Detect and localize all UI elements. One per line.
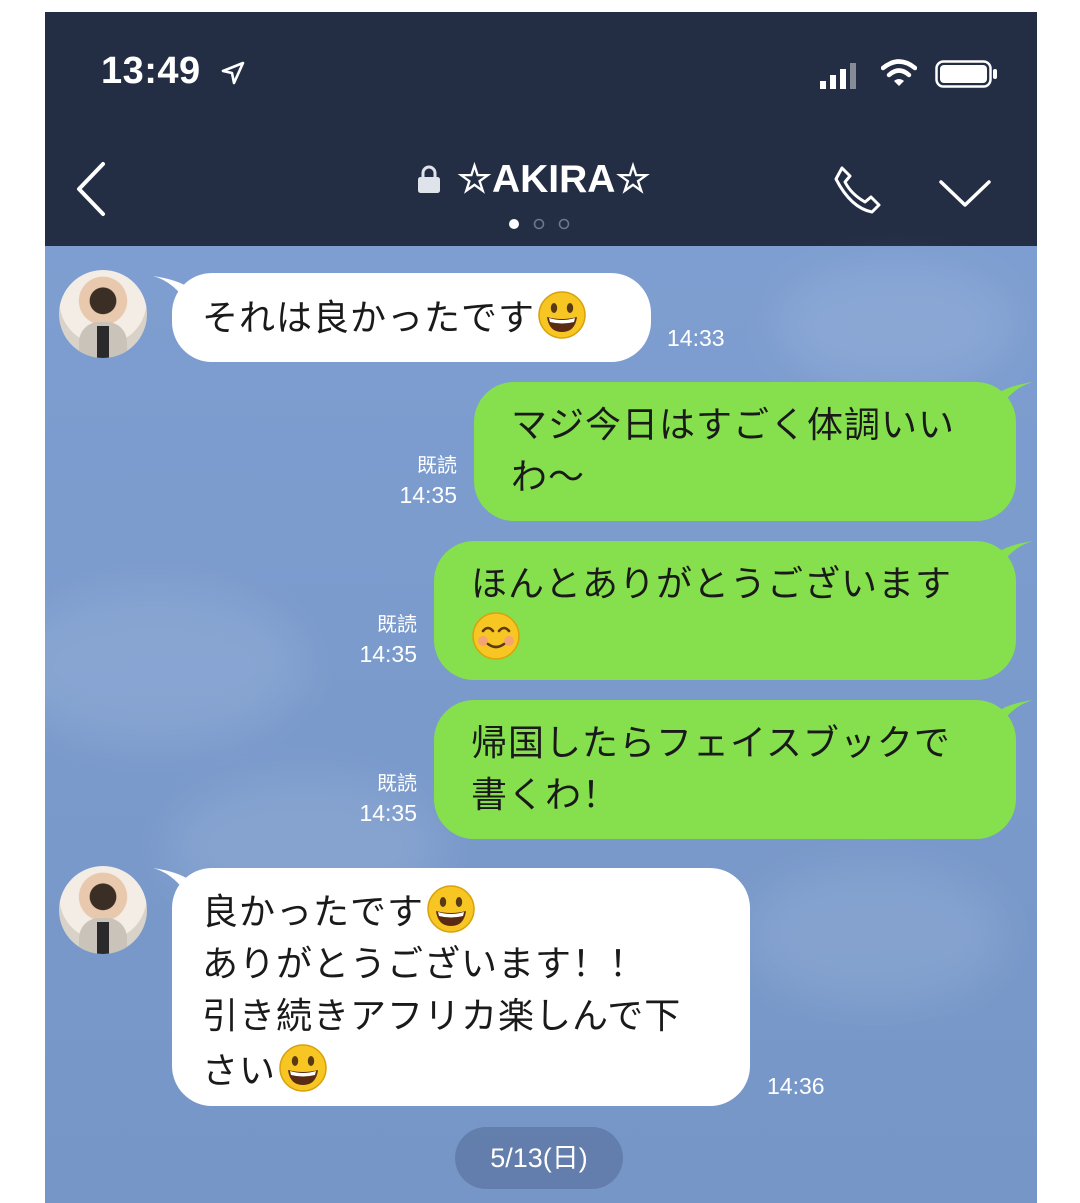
message-time: 14:33 bbox=[667, 325, 725, 351]
message-meta: 14:36 bbox=[767, 1072, 837, 1101]
message-text-line: わ〜 bbox=[511, 457, 586, 498]
message-bubble-outgoing[interactable]: 帰国したらフェイスブックで 書くわ！ bbox=[434, 700, 1016, 839]
message-text-line: 良かったです bbox=[202, 892, 425, 933]
avatar[interactable] bbox=[59, 866, 147, 954]
message-text-line: さい bbox=[202, 1051, 277, 1092]
message-bubble-outgoing[interactable]: マジ今日はすごく体調いい わ〜 bbox=[474, 382, 1016, 521]
back-chevron-icon[interactable] bbox=[73, 160, 109, 218]
message-time: 14:35 bbox=[359, 641, 417, 667]
message-text-line: ほんとありがとうございます bbox=[471, 564, 953, 605]
lock-icon bbox=[418, 165, 440, 193]
read-receipt: 既読 bbox=[377, 773, 417, 795]
message-text-line: 引き続きアフリカ楽しんで下 bbox=[202, 996, 682, 1037]
phone-call-icon[interactable] bbox=[831, 164, 883, 216]
top-bar: 13:49 ☆AKIRA☆ bbox=[45, 12, 1037, 246]
message-time: 14:35 bbox=[359, 800, 417, 826]
message-meta: 既読 14:35 bbox=[335, 770, 417, 828]
date-divider: 5/13(日) bbox=[455, 1127, 623, 1189]
chat-area[interactable]: それは良かったです 14:33 マジ今日はすごく体調いい わ〜 既読 14:35… bbox=[45, 246, 1037, 1203]
phone-screen: 13:49 ☆AKIRA☆ それは良かったです 14:33 マジ今日はすごく体調… bbox=[45, 12, 1037, 1203]
signal-icon bbox=[820, 63, 856, 89]
smiling-face-emoji bbox=[472, 612, 520, 660]
background-cloud bbox=[745, 866, 1005, 1006]
background-cloud bbox=[45, 586, 305, 746]
message-text: それは良かったです bbox=[202, 298, 536, 339]
message-bubble-outgoing[interactable]: ほんとありがとうございます bbox=[434, 541, 1016, 680]
background-cloud bbox=[775, 266, 1015, 386]
bubble-tail bbox=[997, 541, 1033, 571]
bubble-tail bbox=[997, 700, 1033, 730]
message-text-line: ありがとうございます！！ bbox=[202, 944, 647, 985]
bubble-tail bbox=[997, 382, 1033, 412]
message-time: 14:35 bbox=[399, 482, 457, 508]
grinning-face-emoji bbox=[427, 885, 475, 933]
message-bubble-incoming[interactable]: それは良かったです bbox=[172, 273, 651, 362]
message-meta: 既読 14:35 bbox=[335, 611, 417, 669]
grinning-face-emoji bbox=[279, 1044, 327, 1092]
message-text-line: 帰国したらフェイスブックで bbox=[471, 723, 951, 764]
message-meta: 14:33 bbox=[667, 324, 737, 353]
read-receipt: 既読 bbox=[377, 614, 417, 636]
battery-icon bbox=[935, 60, 997, 88]
avatar[interactable] bbox=[59, 270, 147, 358]
page-indicator bbox=[509, 218, 570, 230]
wifi-icon bbox=[881, 59, 917, 86]
message-time: 14:36 bbox=[767, 1073, 825, 1099]
chevron-down-icon[interactable] bbox=[937, 177, 993, 209]
location-arrow-icon bbox=[221, 61, 245, 85]
grinning-face-emoji bbox=[538, 291, 586, 339]
message-meta: 既読 14:35 bbox=[375, 452, 457, 510]
chat-title[interactable]: ☆AKIRA☆ bbox=[457, 157, 650, 202]
message-bubble-incoming[interactable]: 良かったです ありがとうございます！！ 引き続きアフリカ楽しんで下 さい bbox=[172, 868, 750, 1106]
read-receipt: 既読 bbox=[417, 455, 457, 477]
message-text-line: 書くわ！ bbox=[471, 775, 620, 816]
message-text-line: マジ今日はすごく体調いい bbox=[511, 405, 956, 446]
status-time: 13:49 bbox=[101, 50, 201, 92]
